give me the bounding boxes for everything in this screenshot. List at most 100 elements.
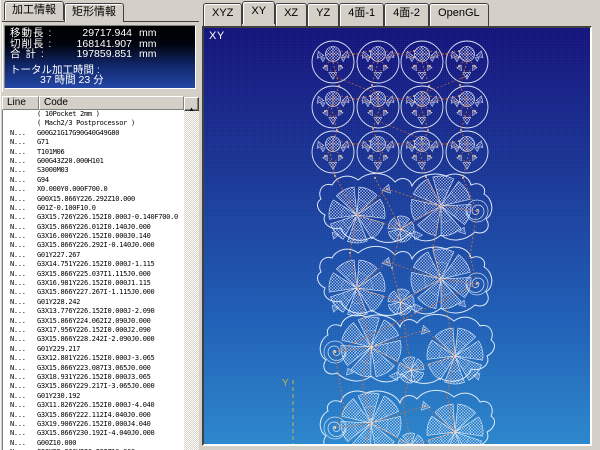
code-row-text: G3X15.866Y223.087I3.065J0.000 (37, 364, 184, 373)
column-header-code[interactable]: Code (39, 96, 184, 110)
view-tab-XZ[interactable]: XZ (275, 3, 307, 26)
view-tab-XYZ[interactable]: XYZ (203, 3, 242, 26)
code-row-line: N... (3, 420, 37, 429)
length-unit: mm (139, 49, 157, 60)
code-row[interactable]: N...G3X17.956Y226.152I0.000J2.090 (3, 326, 184, 335)
code-row[interactable]: N...G3X15.866Y228.242I-2.090J0.000 (3, 335, 184, 344)
viewport-frame: Y XY (202, 26, 592, 446)
code-row[interactable]: N...G3X15.866Y229.217I-3.065J0.000 (3, 382, 184, 391)
code-row[interactable]: N...G3X11.826Y226.152I0.000J-4.040 (3, 401, 184, 410)
code-row-text: G3X18.931Y226.152I0.000J3.065 (37, 373, 184, 382)
view-tab-YZ[interactable]: YZ (307, 3, 339, 26)
toolpath-canvas[interactable]: Y XY (204, 28, 590, 444)
code-row[interactable]: N...G3X15.866Y226.292I-0.140J0.000 (3, 241, 184, 250)
code-row-line: N... (3, 373, 37, 382)
view-tab-XY[interactable]: XY (242, 1, 275, 24)
code-row-text: S3000M03 (37, 166, 184, 175)
code-row-line: N... (3, 241, 37, 250)
total-time-value: 37 時間 23 分 (40, 75, 190, 86)
code-row-text: G3X16.006Y226.152I0.000J0.140 (37, 232, 184, 241)
code-row[interactable]: N...G01Y227.267 (3, 251, 184, 260)
tab-矩形情報[interactable]: 矩形情報 (64, 3, 124, 22)
code-row[interactable]: N...G3X15.866Y227.267I-1.115J0.000 (3, 288, 184, 297)
machining-length-rows: 移動長 :29717.944mm切削長 :168141.907mm合 計 :19… (10, 28, 190, 60)
code-row-line: N... (3, 148, 37, 157)
code-row[interactable]: N...G01Z-0.100F10.0 (3, 204, 184, 213)
code-row[interactable]: N...G00G21G17G90G40G49G80 (3, 129, 184, 138)
code-row[interactable]: N...G71 (3, 138, 184, 147)
code-row-line: N... (3, 317, 37, 326)
code-row-text: G3X15.866Y226.292I-0.140J0.000 (37, 241, 184, 250)
code-row-text: G3X19.906Y226.152I0.000J4.040 (37, 420, 184, 429)
code-row[interactable]: N...S3000M03 (3, 166, 184, 175)
code-row-line: N... (3, 429, 37, 438)
code-row-line: N... (3, 232, 37, 241)
code-row-text: G00G43Z20.000H101 (37, 157, 184, 166)
code-row[interactable]: N...G3X12.801Y226.152I0.000J-3.065 (3, 354, 184, 363)
length-row: 移動長 :29717.944mm (10, 28, 190, 39)
code-row-text: G94 (37, 176, 184, 185)
code-row-line: N... (3, 166, 37, 175)
code-row-text: G01Y229.217 (37, 345, 184, 354)
code-row[interactable]: N...G3X15.866Y224.062I2.090J0.000 (3, 317, 184, 326)
code-row[interactable]: N...G3X15.866Y225.037I1.115J0.000 (3, 270, 184, 279)
scroll-up-button[interactable]: ▲ (184, 97, 199, 111)
code-list[interactable]: ( 10Pocket 2mm )( Mach2/3 Postprocessor … (2, 110, 184, 450)
code-row-line: N... (3, 213, 37, 222)
code-row-line: N... (3, 364, 37, 373)
code-row[interactable]: N...G3X15.726Y226.152I0.000J-0.140F700.0 (3, 213, 184, 222)
code-row[interactable]: N...G94 (3, 176, 184, 185)
code-row[interactable]: N...G01Y228.242 (3, 298, 184, 307)
code-row[interactable]: N...G3X15.866Y223.087I3.065J0.000 (3, 364, 184, 373)
code-row-line: N... (3, 326, 37, 335)
code-row[interactable]: N...G3X16.006Y226.152I0.000J0.140 (3, 232, 184, 241)
code-row-line: N... (3, 138, 37, 147)
code-row[interactable]: N...X0.000Y0.000F700.0 (3, 185, 184, 194)
column-header-line[interactable]: Line (2, 96, 39, 110)
view-tab-4面-1[interactable]: 4面-1 (339, 3, 384, 26)
code-row[interactable]: N...G3X15.866Y230.192I-4.040J0.000 (3, 429, 184, 438)
code-row-text: X0.000Y0.000F700.0 (37, 185, 184, 194)
code-row-line: N... (3, 260, 37, 269)
code-row[interactable]: N...G3X15.866Y222.112I4.040J0.000 (3, 411, 184, 420)
code-row[interactable]: N...G3X19.906Y226.152I0.000J4.040 (3, 420, 184, 429)
code-row[interactable]: N...T101M06 (3, 148, 184, 157)
code-row[interactable]: N...G3X13.776Y226.152I0.000J-2.090 (3, 307, 184, 316)
code-row-line: N... (3, 335, 37, 344)
code-row-line: N... (3, 204, 37, 213)
code-row[interactable]: N...G00Z10.000 (3, 439, 184, 448)
code-row[interactable]: N...G01Y229.217 (3, 345, 184, 354)
code-row-line (3, 110, 37, 119)
code-row[interactable]: N...G3X15.866Y226.012I0.140J0.000 (3, 223, 184, 232)
code-row-line: N... (3, 288, 37, 297)
code-row-line: N... (3, 382, 37, 391)
code-row-text: G00Z10.000 (37, 439, 184, 448)
code-row-text: G3X15.866Y228.242I-2.090J0.000 (37, 335, 184, 344)
code-row-text: G3X13.776Y226.152I0.000J-2.090 (37, 307, 184, 316)
code-row-text: G3X17.956Y226.152I0.000J2.090 (37, 326, 184, 335)
code-row-text: T101M06 (37, 148, 184, 157)
code-list-scrollbar[interactable] (184, 111, 199, 450)
code-row[interactable]: N...G00X15.866Y226.292Z10.000 (3, 195, 184, 204)
code-row[interactable]: ( 10Pocket 2mm ) (3, 110, 184, 119)
code-row-text: G00G21G17G90G40G49G80 (37, 129, 184, 138)
code-row-line: N... (3, 401, 37, 410)
code-row[interactable]: N...G3X16.981Y226.152I0.000J1.115 (3, 279, 184, 288)
code-row-text: ( Mach2/3 Postprocessor ) (37, 119, 184, 128)
tab-加工情報[interactable]: 加工情報 (4, 1, 64, 20)
code-row[interactable]: N...G3X14.751Y226.152I0.000J-1.115 (3, 260, 184, 269)
code-row-line: N... (3, 298, 37, 307)
machining-info-box: 移動長 :29717.944mm切削長 :168141.907mm合 計 :19… (4, 25, 196, 89)
code-row-text: G3X12.801Y226.152I0.000J-3.065 (37, 354, 184, 363)
code-row-line: N... (3, 129, 37, 138)
code-row[interactable]: N...G00G43Z20.000H101 (3, 157, 184, 166)
code-row[interactable]: N...G3X18.931Y226.152I0.000J3.065 (3, 373, 184, 382)
code-row[interactable]: N...G01Y230.192 (3, 392, 184, 401)
code-row[interactable]: ( Mach2/3 Postprocessor ) (3, 119, 184, 128)
view-tab-OpenGL[interactable]: OpenGL (429, 3, 489, 26)
code-row-text: G01Y228.242 (37, 298, 184, 307)
view-tab-4面-2[interactable]: 4面-2 (384, 3, 429, 26)
code-row-line: N... (3, 157, 37, 166)
code-row-line: N... (3, 392, 37, 401)
code-row-line: N... (3, 185, 37, 194)
